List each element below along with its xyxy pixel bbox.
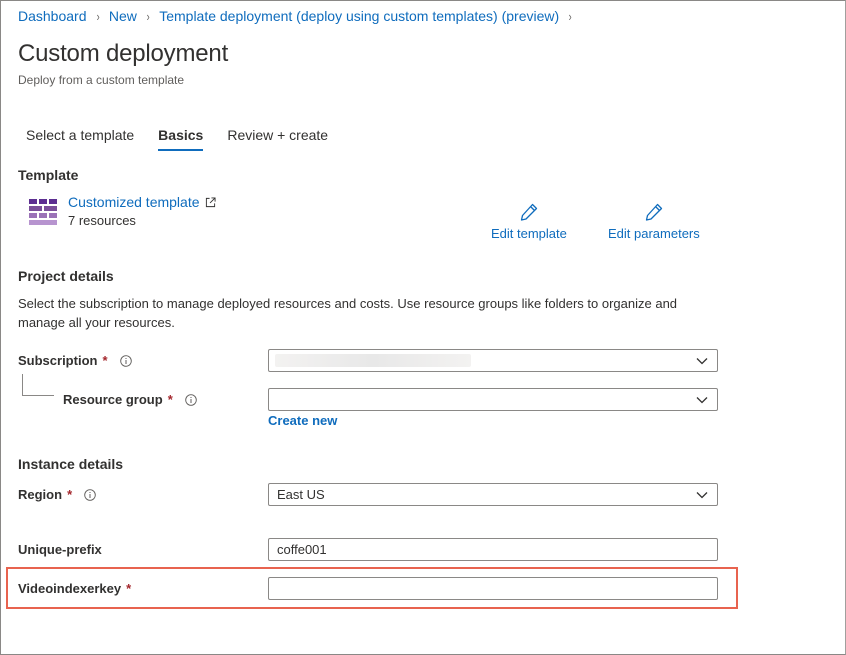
chevron-down-icon — [696, 397, 708, 404]
breadcrumb: Dashboard › New › Template deployment (d… — [18, 7, 582, 25]
required-marker: * — [126, 581, 132, 596]
required-marker: * — [167, 392, 173, 407]
breadcrumb-template-deployment[interactable]: Template deployment (deploy using custom… — [159, 8, 559, 24]
external-link-icon — [205, 196, 216, 207]
unique-prefix-label: Unique-prefix — [18, 542, 102, 557]
pencil-icon — [520, 203, 538, 221]
required-marker: * — [102, 353, 108, 368]
chevron-down-icon — [696, 492, 708, 499]
pencil-icon — [645, 203, 663, 221]
customized-template-link[interactable]: Customized template — [68, 194, 216, 210]
region-label: Region * — [18, 487, 96, 502]
info-icon[interactable] — [84, 488, 96, 501]
tab-select-template[interactable]: Select a template — [26, 127, 134, 151]
region-label-text: Region — [18, 487, 63, 502]
subscription-dropdown[interactable] — [268, 349, 718, 372]
breadcrumb-separator: › — [568, 8, 572, 24]
instance-details-heading: Instance details — [18, 456, 124, 472]
videoindexerkey-label: Videoindexerkey * — [18, 581, 131, 596]
unique-prefix-input[interactable]: coffe001 — [268, 538, 718, 561]
info-icon[interactable] — [119, 354, 132, 367]
info-icon[interactable] — [184, 393, 197, 406]
videoindexerkey-input[interactable] — [268, 577, 718, 600]
page-title: Custom deployment — [18, 40, 229, 67]
wizard-tabs: Select a template Basics Review + create — [26, 127, 352, 153]
customized-template-label: Customized template — [68, 194, 200, 210]
subscription-value-redacted — [275, 354, 471, 367]
breadcrumb-separator: › — [96, 8, 100, 24]
template-resources-count: 7 resources — [68, 213, 136, 228]
edit-template-label: Edit template — [491, 226, 567, 241]
create-new-link[interactable]: Create new — [268, 413, 337, 428]
subscription-label-text: Subscription — [18, 353, 98, 368]
page-subtitle: Deploy from a custom template — [18, 73, 185, 87]
unique-prefix-value: coffe001 — [277, 542, 327, 557]
template-heading: Template — [18, 167, 79, 183]
project-details-heading: Project details — [18, 268, 114, 284]
edit-template-button[interactable]: Edit template — [491, 202, 567, 241]
subscription-label: Subscription * — [18, 353, 132, 368]
edit-parameters-label: Edit parameters — [608, 226, 700, 241]
template-grid-icon — [29, 199, 57, 225]
tab-review-create[interactable]: Review + create — [227, 127, 328, 151]
chevron-down-icon — [696, 358, 708, 365]
resource-group-dropdown[interactable] — [268, 388, 718, 411]
tab-basics[interactable]: Basics — [158, 127, 204, 151]
breadcrumb-new[interactable]: New — [109, 8, 137, 24]
required-marker: * — [67, 487, 73, 502]
region-dropdown[interactable]: East US — [268, 483, 718, 506]
region-value: East US — [277, 487, 325, 502]
resource-group-label-text: Resource group — [63, 392, 163, 407]
project-details-description: Select the subscription to manage deploy… — [18, 296, 678, 330]
videoindexerkey-label-text: Videoindexerkey — [18, 581, 122, 596]
resource-group-label: Resource group * — [63, 392, 197, 407]
edit-parameters-button[interactable]: Edit parameters — [608, 202, 700, 241]
resource-group-tree-connector — [22, 374, 54, 396]
unique-prefix-label-text: Unique-prefix — [18, 542, 102, 557]
breadcrumb-separator: › — [146, 8, 150, 24]
breadcrumb-dashboard[interactable]: Dashboard — [18, 8, 87, 24]
